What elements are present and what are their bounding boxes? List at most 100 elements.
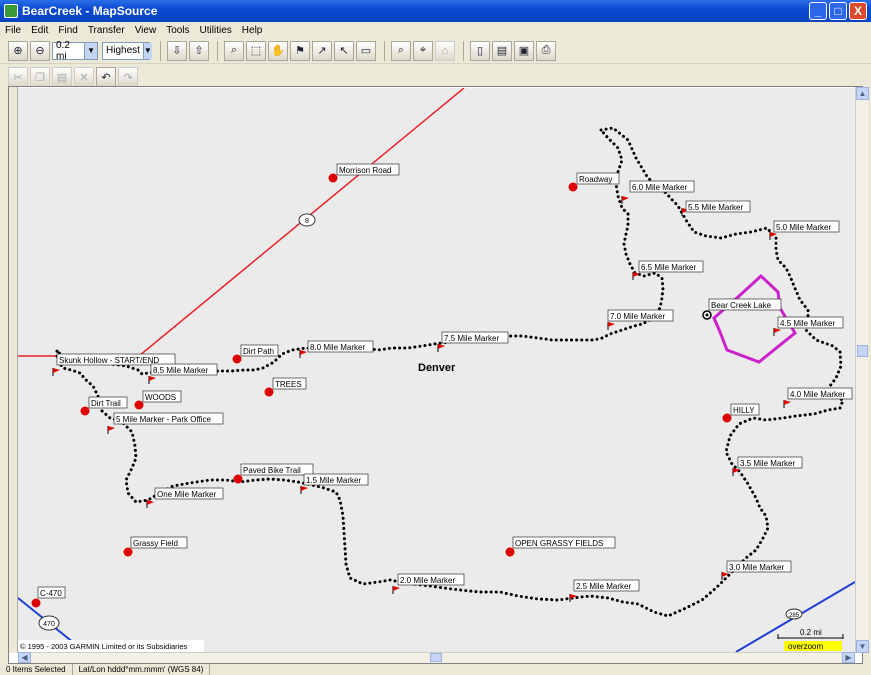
flag-7-5-mile-marker[interactable]: 7.5 Mile Marker: [437, 331, 509, 352]
minimize-button[interactable]: _: [809, 2, 827, 20]
receive-from-device-icon[interactable]: ⇩: [167, 40, 187, 61]
waypoint-label: OPEN GRASSY FIELDS: [515, 539, 603, 548]
waypoint-roadway[interactable]: Roadway: [568, 172, 620, 192]
flag-label: 2.0 Mile Marker: [400, 576, 455, 585]
zoom-scale-select[interactable]: 0.2 mi ▼: [52, 40, 98, 62]
overzoom-label: overzoom: [788, 642, 823, 651]
scroll-down-icon[interactable]: ▼: [856, 640, 869, 653]
open-folder-icon[interactable]: ▤: [492, 40, 512, 61]
waypoint-tool-icon[interactable]: ⚑: [290, 40, 310, 61]
flag-label: 6.5 Mile Marker: [641, 263, 696, 272]
road-8: [18, 88, 465, 357]
menu-utilities[interactable]: Utilities: [195, 25, 237, 36]
route-tool-icon[interactable]: ↗: [312, 40, 332, 61]
zoom-out-icon[interactable]: ⊖: [30, 40, 50, 61]
city-label-denver: Denver: [418, 362, 456, 374]
scroll-right-icon[interactable]: ▶: [842, 652, 855, 663]
paste-icon[interactable]: ▤: [52, 67, 72, 87]
menu-tools[interactable]: Tools: [161, 25, 194, 36]
zoom-tool-icon[interactable]: ⌕: [224, 40, 244, 61]
send-to-device-icon[interactable]: ⇧: [189, 40, 209, 61]
flag-2-mile-marker[interactable]: 2.0 Mile Marker: [392, 573, 465, 594]
zoom-in-icon[interactable]: ⊕: [8, 40, 28, 61]
flag-label: Skunk Hollow - START/END: [59, 356, 159, 365]
menu-find[interactable]: Find: [53, 25, 82, 36]
detail-level-select[interactable]: Highest ▼: [102, 41, 152, 60]
hand-pan-icon[interactable]: ✋: [268, 40, 288, 61]
flag-label: 5.5 Mile Marker: [688, 203, 743, 212]
copy-icon[interactable]: ❐: [30, 67, 50, 87]
find-places-icon[interactable]: ⌖: [413, 40, 433, 61]
flag-label: 5.0 Mile Marker: [776, 223, 831, 232]
bear-creek-lake-icon-center: [705, 313, 709, 317]
flag-2-5-mile-marker[interactable]: 2.5 Mile Marker: [569, 579, 640, 602]
waypoint-label: HILLY: [733, 406, 755, 415]
flag-label: 5 Mile Marker - Park Office: [116, 415, 212, 424]
save-icon[interactable]: ▣: [514, 40, 534, 61]
waypoint-trees[interactable]: TREES: [264, 377, 307, 397]
print-icon[interactable]: ⎙: [536, 40, 556, 61]
flag-6-mile-marker[interactable]: 6.0 Mile Marker: [621, 180, 695, 204]
horizontal-scrollbar[interactable]: ◀ ▶: [18, 652, 855, 663]
vertical-scrollbar[interactable]: ▲ ▼: [855, 87, 869, 653]
flag-one-mile-marker[interactable]: One Mile Marker: [146, 487, 224, 508]
flag-label: 8.0 Mile Marker: [310, 343, 365, 352]
flag-4-5-mile-marker[interactable]: 4.5 Mile Marker: [773, 316, 844, 336]
menu-file[interactable]: File: [0, 25, 26, 36]
map-view[interactable]: 8 470 285 Denver Morrison Road Roadway D…: [18, 88, 855, 652]
toolbar-divider: [160, 40, 161, 61]
waypoint-woods[interactable]: WOODS: [134, 390, 182, 410]
horizontal-scroll-thumb[interactable]: [430, 653, 442, 662]
toolbar-divider: [463, 40, 464, 61]
waypoint-dirt-path[interactable]: Dirt Path: [232, 344, 279, 364]
menu-help[interactable]: Help: [237, 25, 268, 36]
flag-8-mile-marker[interactable]: 8.0 Mile Marker: [299, 340, 374, 358]
flag-label: 4.5 Mile Marker: [780, 319, 835, 328]
delete-icon[interactable]: ✕: [74, 67, 94, 87]
waypoint-label: WOODS: [145, 393, 176, 402]
menu-transfer[interactable]: Transfer: [83, 25, 130, 36]
map-canvas[interactable]: 8 470 285 Denver Morrison Road Roadway D…: [18, 88, 855, 652]
waypoint-label: TREES: [275, 380, 302, 389]
chevron-down-icon: ▼: [84, 42, 97, 59]
waypoint-grassy-field[interactable]: Grassy Field: [123, 536, 188, 557]
flag-4-mile-marker[interactable]: 4.0 Mile Marker: [783, 387, 853, 408]
flag-label: One Mile Marker: [157, 490, 216, 499]
scroll-up-icon[interactable]: ▲: [856, 87, 869, 100]
flag-bear-creek-lake-label[interactable]: Bear Creek Lake: [708, 298, 782, 311]
redo-icon[interactable]: ↷: [118, 67, 138, 87]
vertical-scroll-thumb[interactable]: [857, 345, 868, 357]
menu-view[interactable]: View: [130, 25, 162, 36]
waypoint-label: Paved Bike Trail: [243, 466, 301, 475]
flag-5-mile-marker[interactable]: 5.0 Mile Marker: [769, 220, 840, 240]
flag-5-5-mile-marker[interactable]: 5.5 Mile Marker: [681, 200, 751, 216]
flag-7-mile-marker[interactable]: 7.0 Mile Marker: [607, 309, 674, 330]
menu-bar: File Edit Find Transfer View Tools Utili…: [0, 22, 871, 38]
highway-shield-label: 285: [789, 613, 800, 619]
chevron-down-icon: ▼: [142, 42, 152, 59]
menu-edit[interactable]: Edit: [26, 25, 53, 36]
measure-distance-icon[interactable]: ▭: [356, 40, 376, 61]
flag-3-5-mile-marker[interactable]: 3.5 Mile Marker: [732, 456, 803, 476]
waypoint-label: C-470: [40, 589, 62, 598]
new-file-icon[interactable]: ▯: [470, 40, 490, 61]
select-area-icon[interactable]: ⬚: [246, 40, 266, 61]
cut-icon[interactable]: ✂: [8, 67, 28, 87]
scroll-left-icon[interactable]: ◀: [18, 652, 31, 663]
flag-3-mile-marker[interactable]: 3.0 Mile Marker: [721, 560, 792, 580]
maximize-button[interactable]: □: [829, 2, 847, 20]
waypoint-morrison-road[interactable]: Morrison Road: [328, 163, 400, 183]
undo-icon[interactable]: ↶: [96, 67, 116, 87]
flag-5-mile-marker-park-office[interactable]: 5 Mile Marker - Park Office: [107, 412, 224, 434]
find-address-icon[interactable]: ⌂: [435, 40, 455, 61]
waypoint-c470[interactable]: C-470: [31, 586, 66, 608]
waypoint-hilly[interactable]: HILLY: [722, 403, 760, 423]
selection-arrow-icon[interactable]: ↖: [334, 40, 354, 61]
flag-label: 8.5 Mile Marker: [153, 366, 208, 375]
flag-label: 2.5 Mile Marker: [576, 582, 631, 591]
close-button[interactable]: X: [849, 2, 867, 20]
title-bar: BearCreek - MapSource _ □ X: [0, 0, 871, 22]
flag-8-5-mile-marker[interactable]: 8.5 Mile Marker: [148, 363, 218, 384]
waypoint-open-grassy-fields[interactable]: OPEN GRASSY FIELDS: [505, 536, 616, 557]
find-icon[interactable]: ⌕: [391, 40, 411, 61]
